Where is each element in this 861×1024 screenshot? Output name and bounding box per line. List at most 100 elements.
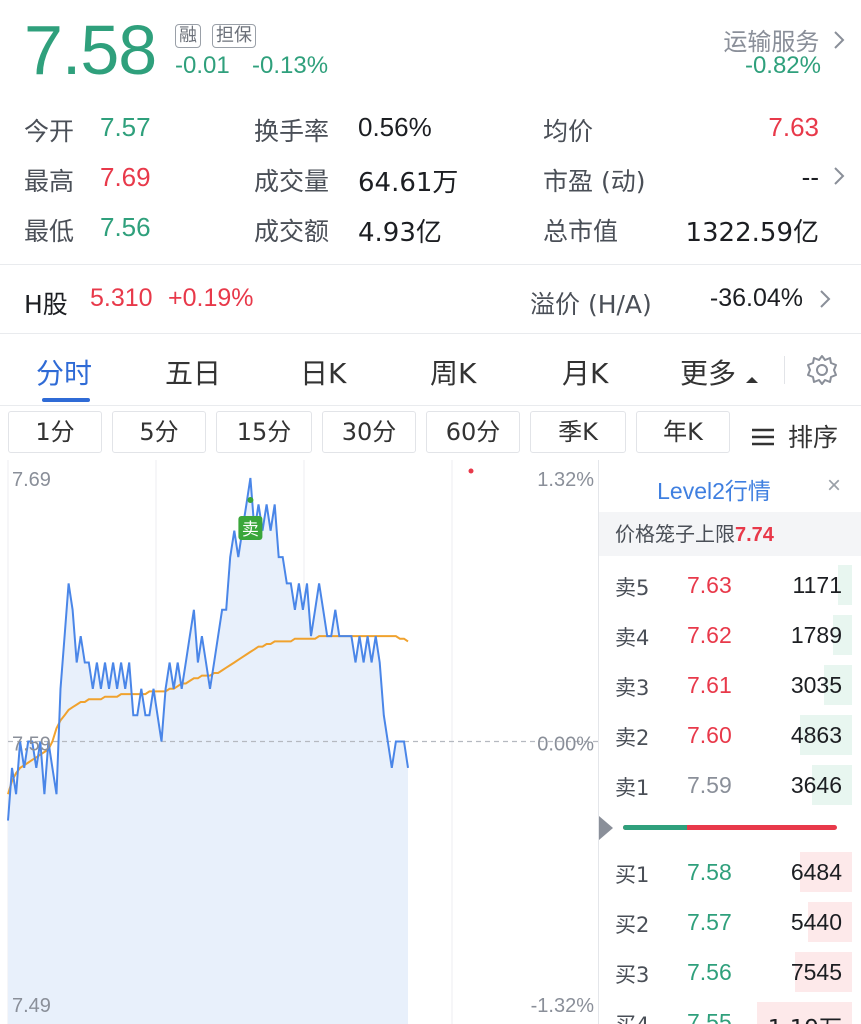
level-label: 买4 xyxy=(615,1009,649,1024)
sort-button[interactable]: 排序 xyxy=(750,418,838,454)
bid-row: 买1 7.58 6484 xyxy=(599,847,861,897)
level-price: 7.55 xyxy=(687,1009,732,1024)
ask-row: 卖4 7.62 1789 xyxy=(599,610,861,660)
tab-intraday[interactable]: 分时 xyxy=(36,352,92,392)
level-price: 7.57 xyxy=(687,909,732,935)
volume-value: 64.61万 xyxy=(358,168,459,198)
chevron-right-icon xyxy=(833,28,845,56)
level2-panel: Level2行情 × 价格笼子上限7.74 卖5 7.63 1171 卖4 7.62 17… xyxy=(598,460,861,1024)
level-price: 7.58 xyxy=(687,859,732,885)
tab-monthly-k[interactable]: 月K xyxy=(562,352,608,392)
ask-row: 卖2 7.60 4863 xyxy=(599,710,861,760)
list-icon xyxy=(750,425,776,454)
h-share-label: H股 xyxy=(24,290,68,319)
period-1min[interactable]: 1分 xyxy=(8,411,102,453)
buy-sell-ratio-bar xyxy=(623,825,837,830)
red-dot-marker xyxy=(468,468,474,474)
tab-weekly-k[interactable]: 周K xyxy=(430,352,476,392)
tab-separator xyxy=(784,356,785,384)
intraday-chart-svg: 7.69 7.59 7.49 1.32% 0.00% -1.32% 卖 xyxy=(7,460,598,1024)
high-value: 7.69 xyxy=(100,162,151,192)
price-change: -0.01 xyxy=(175,52,230,79)
pe-label: 市盈 (动) xyxy=(543,167,646,196)
bid-row: 买3 7.56 7545 xyxy=(599,947,861,997)
level-volume: 1.19万 xyxy=(768,1009,842,1024)
level-volume: 4863 xyxy=(790,722,842,748)
gear-icon[interactable] xyxy=(804,352,840,393)
level-price: 7.63 xyxy=(687,572,732,598)
level-volume: 1171 xyxy=(792,572,842,598)
mcap-label: 总市值 xyxy=(543,217,619,246)
triangle-right-icon[interactable] xyxy=(599,816,613,845)
sell-badge-label: 卖 xyxy=(242,520,259,540)
period-year-k[interactable]: 年K xyxy=(636,411,730,453)
level-price: 7.56 xyxy=(687,959,732,985)
level-price: 7.60 xyxy=(687,722,732,748)
price-area-fill xyxy=(8,478,408,1024)
price-cage-row: 价格笼子上限7.74 xyxy=(599,512,861,556)
ask-row: 卖1 7.59 3646 xyxy=(599,760,861,810)
bid-row: 买2 7.57 5440 xyxy=(599,897,861,947)
period-60min[interactable]: 60分 xyxy=(426,411,520,453)
low-label: 最低 xyxy=(24,217,75,246)
tab-more[interactable]: 更多 xyxy=(680,352,759,392)
level-label: 卖4 xyxy=(615,626,650,650)
price-cage-value: 7.74 xyxy=(735,524,774,546)
y-left-top-label: 7.69 xyxy=(12,469,51,491)
period-buttons: 1分 5分 15分 30分 60分 季K 年K 排序 xyxy=(0,406,861,460)
level-label: 买2 xyxy=(615,913,650,937)
margin-tag: 融 xyxy=(175,24,201,48)
sell-point-marker xyxy=(247,497,254,503)
h-share-row[interactable]: H股 5.310 +0.19% 溢价 (H/A) -36.04% xyxy=(0,265,861,333)
level-volume: 6484 xyxy=(790,859,842,885)
period-15min[interactable]: 15分 xyxy=(216,411,312,453)
level-volume: 3646 xyxy=(790,772,842,798)
tab-five-day[interactable]: 五日 xyxy=(165,352,221,392)
y-right-mid-label: 0.00% xyxy=(537,734,594,756)
level-label: 卖3 xyxy=(615,676,650,700)
buy-ratio-fill xyxy=(623,825,688,830)
level-label: 卖5 xyxy=(615,576,650,600)
collateral-tag: 担保 xyxy=(212,24,256,48)
h-share-price: 5.310 xyxy=(90,284,153,312)
last-price: 7.58 xyxy=(24,11,157,89)
period-5min[interactable]: 5分 xyxy=(112,411,206,453)
open-label: 今开 xyxy=(24,117,75,146)
level-price: 7.59 xyxy=(687,772,732,798)
level-label: 卖2 xyxy=(615,726,650,750)
mcap-value: 1322.59亿 xyxy=(685,218,819,248)
pe-value[interactable]: -- xyxy=(802,162,819,193)
level2-title[interactable]: Level2行情 xyxy=(599,472,829,506)
amount-value: 4.93亿 xyxy=(358,218,442,248)
level-volume: 5440 xyxy=(790,909,842,935)
y-left-bottom-label: 7.49 xyxy=(12,995,51,1017)
chevron-right-icon[interactable] xyxy=(833,166,845,191)
volume-label: 成交量 xyxy=(254,167,330,196)
level-volume: 1789 xyxy=(790,622,842,648)
caret-up-icon xyxy=(745,359,759,392)
ask-row: 卖5 7.63 1171 xyxy=(599,560,861,610)
y-right-bottom-label: -1.32% xyxy=(531,995,595,1017)
level-label: 买3 xyxy=(615,963,650,987)
close-icon[interactable]: × xyxy=(827,472,841,500)
active-tab-indicator xyxy=(42,398,90,402)
level-label: 买1 xyxy=(615,863,650,887)
period-season-k[interactable]: 季K xyxy=(530,411,626,453)
chart-tabs: 分时 五日 日K 周K 月K 更多 xyxy=(0,334,861,406)
period-30min[interactable]: 30分 xyxy=(322,411,416,453)
intraday-chart[interactable]: 7.69 7.59 7.49 1.32% 0.00% -1.32% 卖 xyxy=(0,460,598,1024)
y-right-top-label: 1.32% xyxy=(537,469,594,491)
level-price: 7.61 xyxy=(687,672,732,698)
level-label: 卖1 xyxy=(615,776,650,800)
bid-row: 买4 7.55 1.19万 xyxy=(599,997,861,1024)
sector-change: -0.82% xyxy=(744,52,821,79)
premium-label: 溢价 (H/A) xyxy=(530,290,652,319)
avg-label: 均价 xyxy=(543,117,594,146)
level-volume: 7545 xyxy=(790,959,842,985)
quote-header: 7.58 融 担保 -0.01 -0.13% 运输服务 -0.82% xyxy=(0,0,861,100)
tab-daily-k[interactable]: 日K xyxy=(300,352,346,392)
premium-value: -36.04% xyxy=(709,284,803,312)
stats-grid: 今开 7.57 最高 7.69 最低 7.56 换手率 0.56% 成交量 64… xyxy=(0,100,861,262)
ask-row: 卖3 7.61 3035 xyxy=(599,660,861,710)
turnover-value: 0.56% xyxy=(358,112,432,142)
